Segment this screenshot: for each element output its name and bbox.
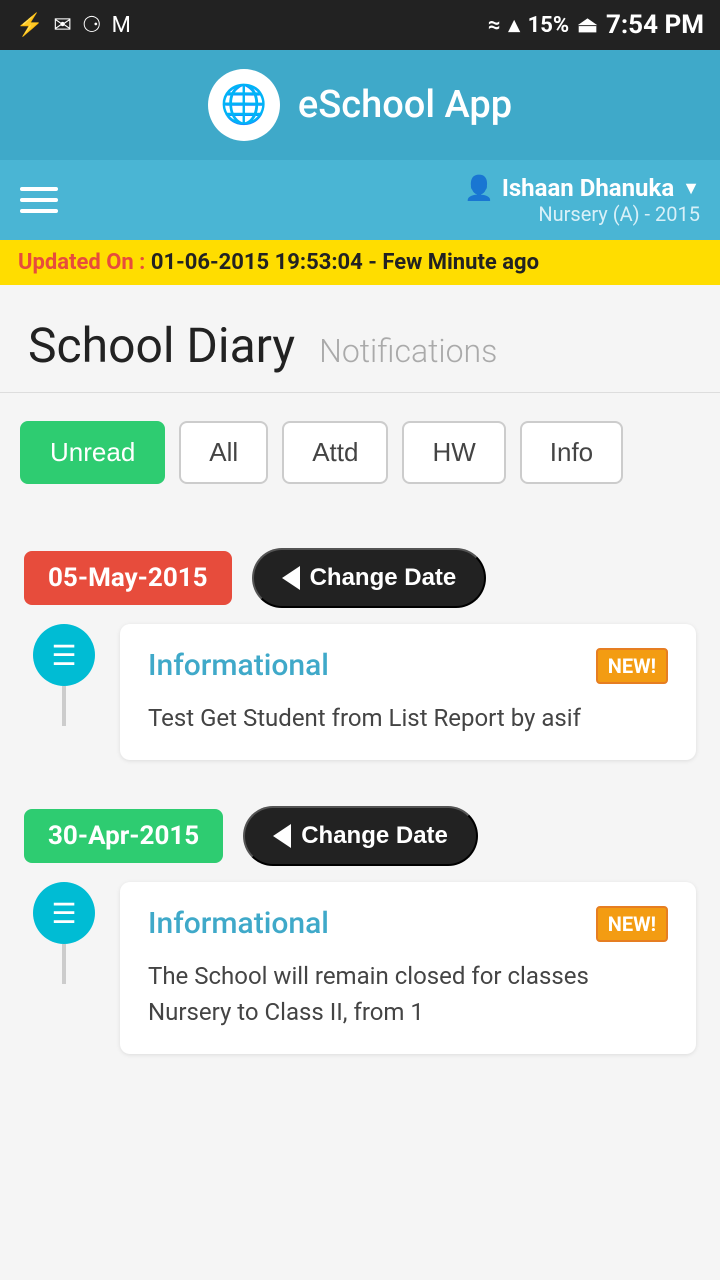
tab-info[interactable]: Info [520,421,623,484]
image-icon: ⚆ [82,13,102,38]
filter-tabs: Unread All Attd HW Info [0,393,720,512]
user-name-row: 👤 Ishaan Dhanuka ▼ [464,174,700,202]
timeline-entry-2: ☰ Informational NEW! The School will rem… [0,882,720,1074]
tab-all[interactable]: All [179,421,268,484]
entry-card-2: Informational NEW! The School will remai… [120,882,696,1054]
entry-text-1: Test Get Student from List Report by asi… [148,700,668,736]
date-row-1: 05-May-2015 Change Date [0,532,720,624]
status-left-icons: ⚡ ✉ ⚆ M [16,13,131,38]
entry-block-2: 30-Apr-2015 Change Date ☰ Informational … [0,790,720,1074]
timeline-vline-2 [62,944,66,984]
timeline-content: 05-May-2015 Change Date ☰ Informational … [0,512,720,1104]
app-header: 🌐 eSchool App [0,50,720,160]
logo-icon: 🌐 [220,83,267,127]
entry-card-header-1: Informational NEW! [148,648,668,684]
update-bar: Updated On : 01-06-2015 19:53:04 - Few M… [0,240,720,285]
user-class: Nursery (A) - 2015 [538,202,700,226]
status-time: 7:54 PM [606,10,704,40]
wifi-icon: ≈ [488,13,501,38]
user-info[interactable]: 👤 Ishaan Dhanuka ▼ Nursery (A) - 2015 [464,174,700,226]
tab-attd[interactable]: Attd [282,421,388,484]
list-icon-2: ☰ [51,897,76,930]
update-value: 01-06-2015 19:53:04 - Few Minute ago [151,250,539,275]
signal-icon: ▴ [509,13,520,38]
chevron-down-icon: ▼ [682,178,700,199]
mail-icon: ✉ [53,13,71,38]
status-bar: ⚡ ✉ ⚆ M ≈ ▴ 15% ⏏ 7:54 PM [0,0,720,50]
app-logo: 🌐 [208,69,280,141]
timeline-dot-2: ☰ [33,882,95,944]
status-right-icons: ≈ ▴ 15% ⏏ 7:54 PM [488,10,704,40]
timeline-vline-1 [62,686,66,726]
entry-type-2: Informational [148,906,329,941]
user-icon: 👤 [464,174,494,202]
entry-card-header-2: Informational NEW! [148,906,668,942]
page-title-area: School Diary Notifications [0,285,720,393]
entry-text-2: The School will remain closed for classe… [148,958,668,1030]
change-date-button-1[interactable]: Change Date [252,548,487,608]
entry-type-1: Informational [148,648,329,683]
list-icon-1: ☰ [51,639,76,672]
timeline-entry-1: ☰ Informational NEW! Test Get Student fr… [0,624,720,780]
update-label: Updated On : [18,250,145,275]
arrow-left-icon-2 [273,824,291,848]
hamburger-line-1 [20,187,58,191]
hamburger-line-3 [20,209,58,213]
tab-unread[interactable]: Unread [20,421,165,484]
timeline-dot-1: ☰ [33,624,95,686]
date-badge-1: 05-May-2015 [24,551,232,605]
date-row-2: 30-Apr-2015 Change Date [0,790,720,882]
timeline-line-col-1: ☰ [24,624,104,726]
entry-card-1: Informational NEW! Test Get Student from… [120,624,696,760]
app-title: eSchool App [298,83,512,127]
timeline-line-col-2: ☰ [24,882,104,984]
nav-bar: 👤 Ishaan Dhanuka ▼ Nursery (A) - 2015 [0,160,720,240]
hamburger-menu[interactable] [20,187,58,213]
change-date-button-2[interactable]: Change Date [243,806,478,866]
page-subtitle: Notifications [319,332,497,370]
battery-icon: ⏏ [577,13,598,38]
new-badge-1: NEW! [596,648,668,684]
user-name-text: Ishaan Dhanuka [502,174,674,202]
change-date-label-2: Change Date [301,822,448,850]
arrow-left-icon-1 [282,566,300,590]
tab-hw[interactable]: HW [402,421,505,484]
change-date-label-1: Change Date [310,564,457,592]
battery-level: 15% [528,13,570,38]
hamburger-line-2 [20,198,58,202]
new-badge-2: NEW! [596,906,668,942]
page-title: School Diary [28,317,295,374]
entry-block-1: 05-May-2015 Change Date ☰ Informational … [0,532,720,780]
date-badge-2: 30-Apr-2015 [24,809,223,863]
gmail-icon: M [112,13,131,38]
usb-icon: ⚡ [16,13,43,38]
